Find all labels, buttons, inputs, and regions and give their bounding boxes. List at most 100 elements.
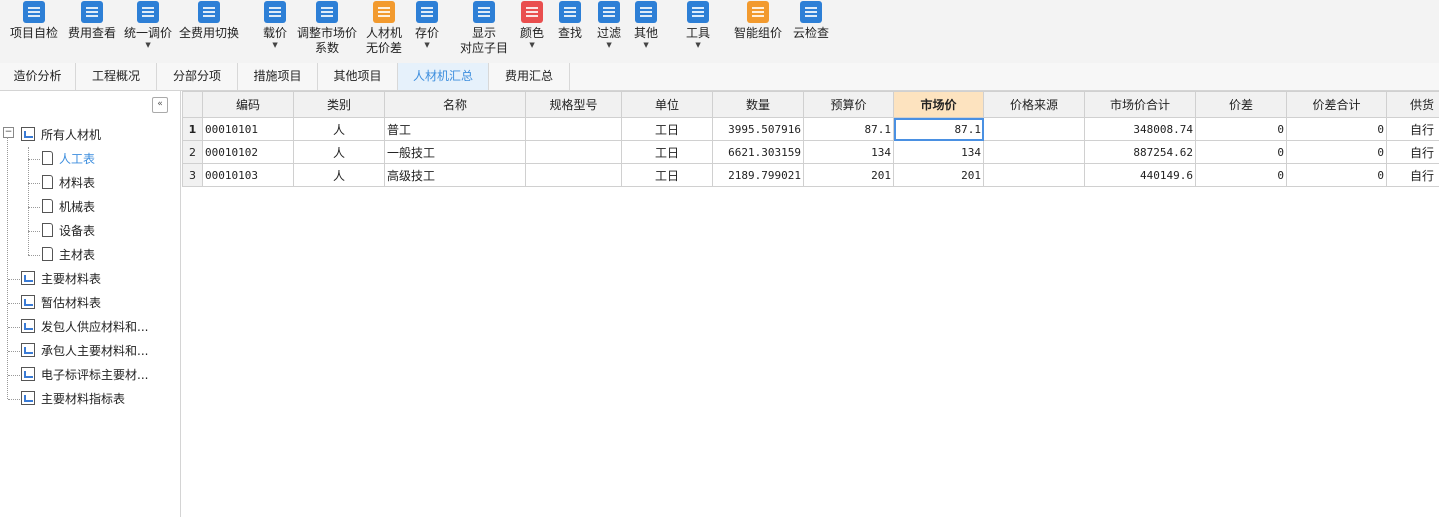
cell-market-total[interactable]: 887254.62 bbox=[1084, 140, 1196, 164]
column-header[interactable]: 价格来源 bbox=[983, 91, 1085, 118]
cell-price-diff[interactable]: 0 bbox=[1195, 117, 1287, 141]
table-row[interactable]: 1 00010101 人 普工 工日 3995.507916 87.1 87.1… bbox=[182, 117, 1439, 141]
row-number[interactable]: 2 bbox=[182, 140, 203, 164]
cell-quantity[interactable]: 3995.507916 bbox=[712, 117, 804, 141]
tree-item-key-materials[interactable]: 主要材料表 bbox=[21, 269, 101, 289]
unified-adjust-price-button[interactable]: 统一调价 ▼ bbox=[124, 0, 172, 50]
cell-market-price[interactable]: 87.1 bbox=[893, 117, 984, 141]
column-header[interactable]: 编码 bbox=[202, 91, 294, 118]
filter-button[interactable]: 过滤 ▼ bbox=[597, 0, 621, 50]
cloud-check-icon bbox=[800, 1, 822, 23]
color-button[interactable]: 颜色 ▼ bbox=[520, 0, 544, 50]
show-items-icon bbox=[473, 1, 495, 23]
tools-button[interactable]: 工具 ▼ bbox=[686, 0, 710, 50]
cell-code[interactable]: 00010102 bbox=[202, 140, 294, 164]
smart-price-button[interactable]: 智能组价 bbox=[734, 0, 782, 41]
column-header[interactable]: 类别 bbox=[293, 91, 385, 118]
cell-budget-price[interactable]: 87.1 bbox=[803, 117, 894, 141]
cell-category[interactable]: 人 bbox=[293, 117, 385, 141]
cell-market-total[interactable]: 348008.74 bbox=[1084, 117, 1196, 141]
cell-name[interactable]: 普工 bbox=[384, 117, 526, 141]
save-price-button[interactable]: 存价 ▼ bbox=[415, 0, 439, 50]
column-header[interactable]: 名称 bbox=[384, 91, 526, 118]
tree-item-material[interactable]: 材料表 bbox=[42, 173, 95, 193]
tab-other-items[interactable]: 其他项目 bbox=[318, 63, 398, 90]
column-header[interactable]: 市场价合计 bbox=[1084, 91, 1196, 118]
tree-item-equipment[interactable]: 设备表 bbox=[42, 221, 95, 241]
cell-quantity[interactable]: 2189.799021 bbox=[712, 163, 804, 187]
cell-name[interactable]: 高级技工 bbox=[384, 163, 526, 187]
row-number[interactable]: 3 bbox=[182, 163, 203, 187]
table-row[interactable]: 3 00010103 人 高级技工 工日 2189.799021 201 201… bbox=[182, 163, 1439, 187]
tab-cost-analysis[interactable]: 造价分析 bbox=[0, 63, 76, 90]
fee-view-button[interactable]: 费用查看 bbox=[68, 0, 116, 41]
column-header[interactable]: 价差 bbox=[1195, 91, 1287, 118]
cell-code[interactable]: 00010103 bbox=[202, 163, 294, 187]
tree-item-electronic-bid[interactable]: 电子标评标主要材... bbox=[21, 365, 148, 385]
chart-icon bbox=[21, 295, 35, 309]
column-header[interactable]: 供货 bbox=[1386, 91, 1439, 118]
cell-price-source[interactable] bbox=[983, 163, 1085, 187]
column-header[interactable]: 数量 bbox=[712, 91, 804, 118]
cell-budget-price[interactable]: 134 bbox=[803, 140, 894, 164]
tree-item-main-material[interactable]: 主材表 bbox=[42, 245, 95, 265]
cell-price-diff[interactable]: 0 bbox=[1195, 140, 1287, 164]
cell-price-diff[interactable]: 0 bbox=[1195, 163, 1287, 187]
load-price-button[interactable]: 载价 ▼ bbox=[263, 0, 287, 50]
cell-code[interactable]: 00010101 bbox=[202, 117, 294, 141]
cell-price-diff-total[interactable]: 0 bbox=[1286, 140, 1387, 164]
chart-icon bbox=[21, 271, 35, 285]
cell-price-source[interactable] bbox=[983, 140, 1085, 164]
cell-spec[interactable] bbox=[525, 117, 622, 141]
cell-supply[interactable]: 自行 bbox=[1386, 163, 1439, 187]
cell-price-diff-total[interactable]: 0 bbox=[1286, 117, 1387, 141]
cell-name[interactable]: 一般技工 bbox=[384, 140, 526, 164]
cell-spec[interactable] bbox=[525, 163, 622, 187]
column-header[interactable]: 单位 bbox=[621, 91, 713, 118]
tab-fee-summary[interactable]: 费用汇总 bbox=[489, 63, 570, 90]
tree-item-all[interactable]: 所有人材机 bbox=[21, 125, 101, 145]
tab-divisional-items[interactable]: 分部分项 bbox=[157, 63, 238, 90]
cell-category[interactable]: 人 bbox=[293, 140, 385, 164]
cell-supply[interactable]: 自行 bbox=[1386, 140, 1439, 164]
tree-collapse-toggle[interactable]: − bbox=[3, 127, 14, 138]
tree-item-provisional-materials[interactable]: 暂估材料表 bbox=[21, 293, 101, 313]
collapse-panel-button[interactable]: « bbox=[152, 97, 168, 113]
cell-market-total[interactable]: 440149.6 bbox=[1084, 163, 1196, 187]
tree-item-employer-supplied[interactable]: 发包人供应材料和... bbox=[21, 317, 148, 337]
column-header[interactable]: 预算价 bbox=[803, 91, 894, 118]
tree-item-machine[interactable]: 机械表 bbox=[42, 197, 95, 217]
cell-market-price[interactable]: 134 bbox=[893, 140, 984, 164]
tab-labor-material-machine-summary[interactable]: 人材机汇总 bbox=[398, 63, 489, 90]
tab-measure-items[interactable]: 措施项目 bbox=[238, 63, 318, 90]
cell-price-diff-total[interactable]: 0 bbox=[1286, 163, 1387, 187]
full-fee-switch-button[interactable]: 全费用切换 bbox=[179, 0, 239, 41]
cell-price-source[interactable] bbox=[983, 117, 1085, 141]
column-header[interactable]: 规格型号 bbox=[525, 91, 622, 118]
column-header[interactable]: 价差合计 bbox=[1286, 91, 1387, 118]
cell-market-price[interactable]: 201 bbox=[893, 163, 984, 187]
show-items-button[interactable]: 显示 对应子目 bbox=[460, 0, 508, 56]
table-row[interactable]: 2 00010102 人 一般技工 工日 6621.303159 134 134… bbox=[182, 140, 1439, 164]
cell-unit[interactable]: 工日 bbox=[621, 140, 713, 164]
cloud-check-button[interactable]: 云检查 bbox=[793, 0, 829, 41]
tree-item-labor[interactable]: 人工表 bbox=[42, 149, 95, 169]
no-price-difference-button[interactable]: 人材机 无价差 bbox=[366, 0, 402, 56]
cell-supply[interactable]: 自行 bbox=[1386, 117, 1439, 141]
cell-quantity[interactable]: 6621.303159 bbox=[712, 140, 804, 164]
cell-unit[interactable]: 工日 bbox=[621, 117, 713, 141]
project-inspect-button[interactable]: 项目自检 bbox=[10, 0, 58, 41]
cell-budget-price[interactable]: 201 bbox=[803, 163, 894, 187]
find-button[interactable]: 查找 bbox=[558, 0, 582, 41]
cell-category[interactable]: 人 bbox=[293, 163, 385, 187]
tab-project-overview[interactable]: 工程概况 bbox=[76, 63, 157, 90]
cell-spec[interactable] bbox=[525, 140, 622, 164]
adjust-market-price-coefficient-button[interactable]: 调整市场价 系数 bbox=[297, 0, 357, 56]
other-button[interactable]: 其他 ▼ bbox=[634, 0, 658, 50]
tree-item-contractor-materials[interactable]: 承包人主要材料和... bbox=[21, 341, 148, 361]
tree-item-material-index[interactable]: 主要材料指标表 bbox=[21, 389, 125, 409]
row-number-header[interactable] bbox=[182, 91, 203, 118]
cell-unit[interactable]: 工日 bbox=[621, 163, 713, 187]
row-number[interactable]: 1 bbox=[182, 117, 203, 141]
column-header-market-price[interactable]: 市场价 bbox=[893, 91, 984, 118]
